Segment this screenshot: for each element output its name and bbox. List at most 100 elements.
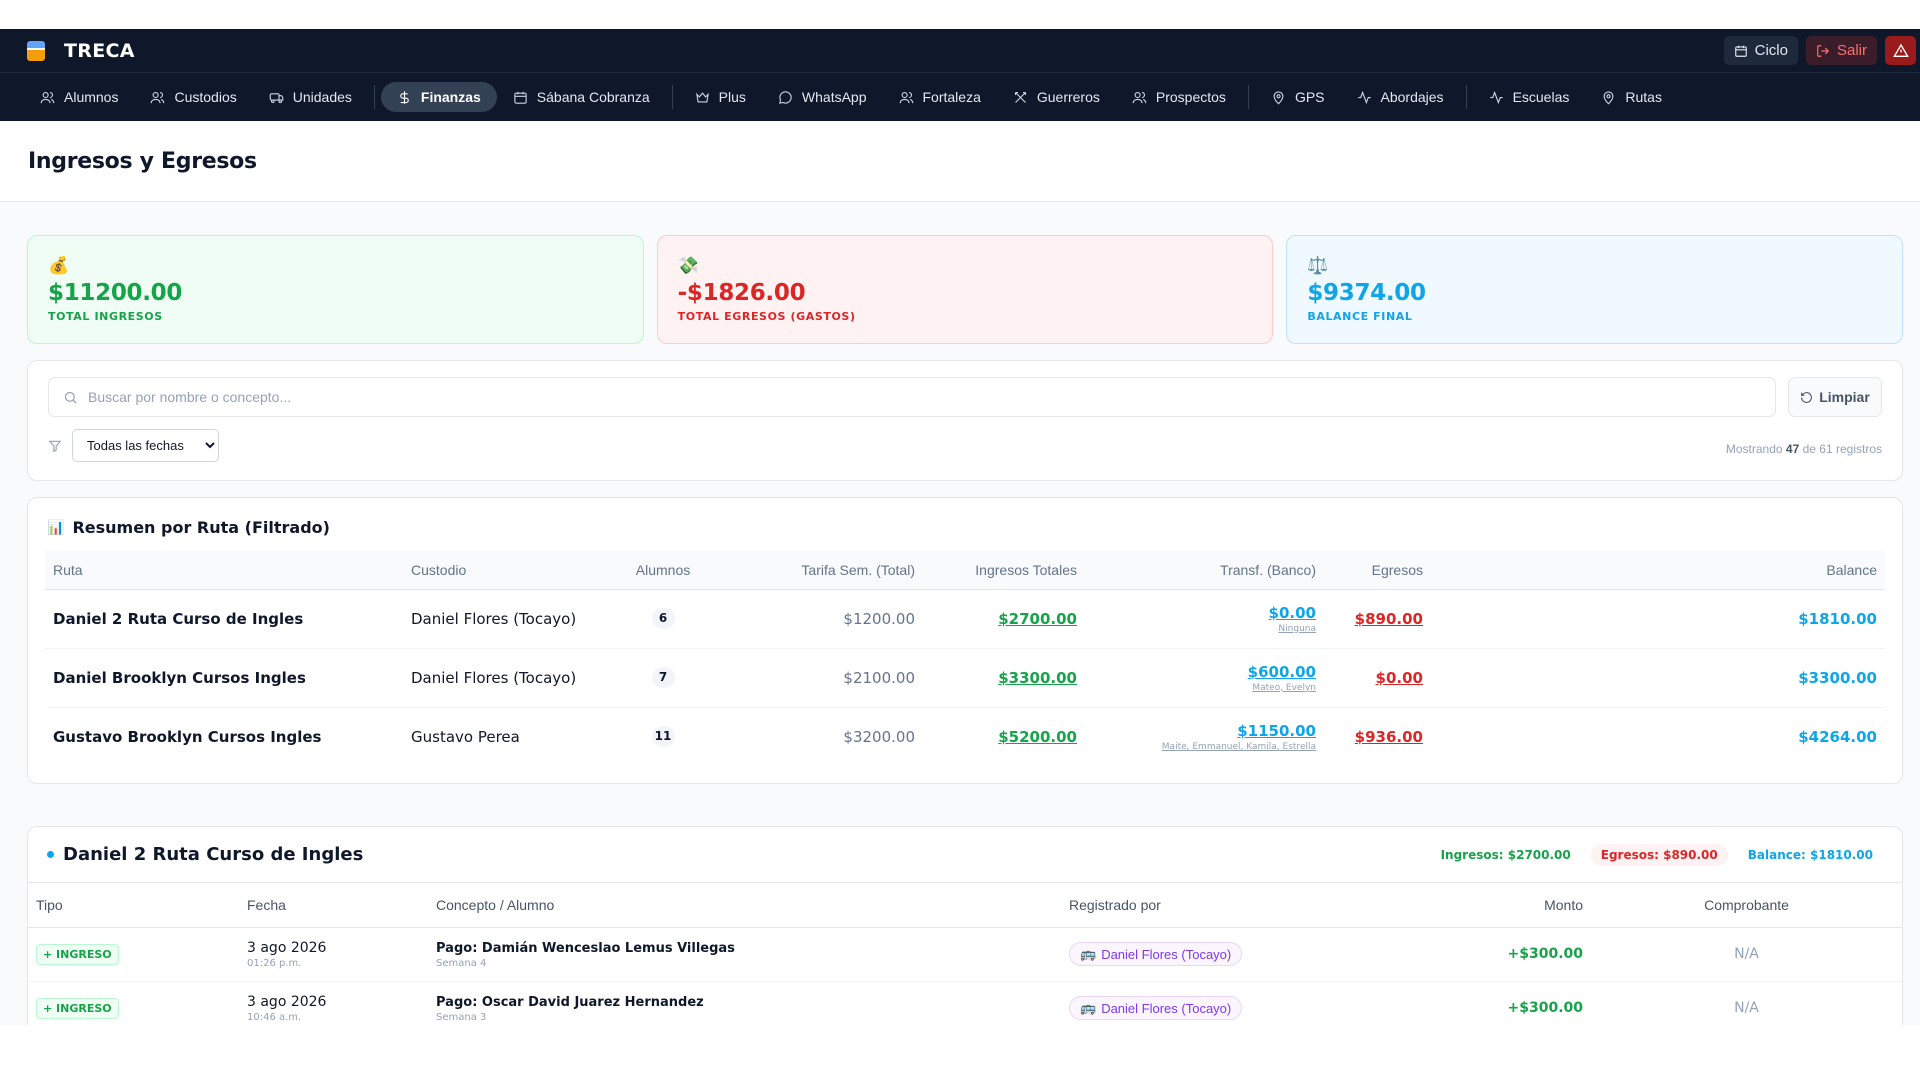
route-balance-pill: Balance: $1810.00: [1747, 847, 1873, 862]
salir-button[interactable]: Salir: [1805, 36, 1877, 65]
ingresos-link[interactable]: $3300.00: [998, 669, 1077, 687]
nav-alumnos[interactable]: Alumnos: [24, 82, 134, 112]
table-row[interactable]: + INGRESO 3 ago 2026 01:26 p.m. Pago: Dam…: [28, 927, 1902, 982]
route-detail-title: Daniel 2 Ruta Curso de Ingles: [63, 844, 364, 865]
col-custodio[interactable]: Custodio: [403, 551, 603, 590]
search-input[interactable]: [88, 389, 1761, 405]
nav-label: Rutas: [1625, 89, 1662, 105]
nav-guerreros[interactable]: Guerreros: [997, 82, 1116, 112]
cell-balance: $1810.00: [1431, 589, 1885, 649]
col-ingresos[interactable]: Ingresos Totales: [923, 551, 1085, 590]
transf-who-link[interactable]: Ninguna: [1093, 624, 1316, 634]
transf-who-link[interactable]: Maite, Emmanuel, Kamila, Estrella: [1093, 742, 1316, 752]
nav-label: Sábana Cobranza: [536, 89, 650, 105]
nav-label: Fortaleza: [922, 89, 981, 105]
balance-final-label: BALANCE FINAL: [1307, 310, 1413, 323]
transf-link[interactable]: $600.00: [1248, 663, 1316, 681]
col-egresos[interactable]: Egresos: [1324, 551, 1431, 590]
logout-icon: [1817, 44, 1830, 57]
col-transf[interactable]: Transf. (Banco): [1085, 551, 1324, 590]
page-title: Ingresos y Egresos: [28, 148, 257, 174]
col-ruta[interactable]: Ruta: [45, 551, 403, 590]
nav-fortaleza[interactable]: Fortaleza: [883, 82, 997, 112]
transf-who-link[interactable]: Mateo, Evelyn: [1093, 683, 1316, 693]
alumnos-count-badge: 11: [651, 726, 675, 748]
egresos-link[interactable]: $936.00: [1355, 728, 1423, 746]
reset-icon: [1801, 391, 1813, 403]
semana-text: Semana 4: [436, 957, 487, 969]
nav-label: Prospectos: [1155, 89, 1226, 105]
nav-rutas[interactable]: Rutas: [1585, 82, 1678, 112]
ingreso-tag: + INGRESO: [36, 943, 119, 965]
col-tarifa[interactable]: Tarifa Sem. (Total): [723, 551, 923, 590]
col-tipo[interactable]: Tipo: [28, 883, 239, 928]
cell-tarifa: $3200.00: [843, 727, 915, 746]
col-registrado[interactable]: Registrado por: [1061, 883, 1461, 928]
nav-whatsapp[interactable]: WhatsApp: [762, 82, 883, 112]
ingresos-link[interactable]: $2700.00: [998, 610, 1077, 628]
alert-button[interactable]: [1885, 36, 1916, 65]
monto-text: +$300.00: [1461, 927, 1591, 982]
cell-ruta: Gustavo Brooklyn Cursos Ingles: [53, 727, 322, 746]
transf-link[interactable]: $1150.00: [1237, 722, 1316, 740]
route-ingresos-pill: Ingresos: $2700.00: [1440, 847, 1571, 862]
top-strip: [0, 0, 1920, 29]
users-icon: [899, 91, 913, 103]
fecha-text: 3 ago 2026: [247, 993, 327, 1010]
table-row[interactable]: Daniel Brooklyn Cursos Ingles Daniel Flo…: [45, 648, 1885, 708]
nav-abordajes[interactable]: Abordajes: [1341, 82, 1460, 112]
col-fecha[interactable]: Fecha: [239, 883, 428, 928]
records-prefix: Mostrando: [1725, 442, 1783, 456]
col-monto[interactable]: Monto: [1461, 883, 1591, 928]
table-row[interactable]: Gustavo Brooklyn Cursos Ingles Gustavo P…: [45, 707, 1885, 766]
col-comprobante[interactable]: Comprobante: [1591, 883, 1902, 928]
nav-custodios[interactable]: Custodios: [134, 82, 252, 112]
nav-label: GPS: [1294, 89, 1325, 105]
nav-prospectos[interactable]: Prospectos: [1116, 82, 1242, 112]
page-header: Ingresos y Egresos: [0, 121, 1920, 202]
nav-sabana-cobranza[interactable]: Sábana Cobranza: [497, 82, 666, 112]
col-balance[interactable]: Balance: [1431, 551, 1885, 590]
search-box: [48, 377, 1776, 417]
cell-tarifa: $2100.00: [723, 648, 923, 708]
route-dot-icon: [47, 851, 54, 858]
comprobante-text: N/A: [1591, 981, 1902, 1025]
cell-ruta: Daniel Brooklyn Cursos Ingles: [45, 648, 403, 708]
app-logo-icon: [27, 40, 45, 61]
summary-title-text: Resumen por Ruta (Filtrado): [72, 518, 330, 537]
nav-escuelas[interactable]: Escuelas: [1473, 82, 1586, 112]
table-header-row: Tipo Fecha Concepto / Alumno Registrado …: [28, 883, 1902, 928]
nav-plus[interactable]: Plus: [679, 82, 762, 112]
limpiar-button[interactable]: Limpiar: [1788, 377, 1882, 417]
semana-text: Semana 3: [436, 1011, 487, 1023]
table-row[interactable]: + INGRESO 3 ago 2026 10:46 a.m. Pago: Osc…: [28, 981, 1902, 1025]
nav-finanzas[interactable]: Finanzas: [380, 82, 497, 112]
concepto-text: Pago: Oscar David Juarez Hernandez: [436, 994, 704, 1010]
nav-unidades[interactable]: Unidades: [253, 82, 368, 112]
ingreso-tag: + INGRESO: [36, 997, 119, 1019]
crown-icon: [695, 91, 709, 102]
cell-tarifa: $1200.00: [723, 589, 923, 649]
records-count: Mostrando 47 de 61 registros: [1726, 442, 1882, 456]
comprobante-text: N/A: [1591, 927, 1902, 982]
egresos-link[interactable]: $0.00: [1376, 669, 1423, 687]
summary-cards: 💰 $11200.00 TOTAL INGRESOS 💸 -$1826.00 T…: [27, 235, 1904, 344]
table-row[interactable]: Daniel 2 Ruta Curso de Ingles Daniel Flo…: [45, 589, 1885, 649]
search-icon: [64, 391, 77, 404]
nav-gps[interactable]: GPS: [1255, 82, 1341, 112]
calendar-icon: [1734, 45, 1747, 57]
ciclo-button[interactable]: Ciclo: [1723, 36, 1798, 65]
users-icon: [151, 91, 165, 103]
ingresos-link[interactable]: $5200.00: [998, 728, 1077, 746]
transf-link[interactable]: $0.00: [1269, 604, 1316, 622]
date-filter-select[interactable]: Todas las fechas: [72, 429, 219, 462]
users-icon: [40, 91, 55, 103]
registrado-text: Daniel Flores (Tocayo): [1101, 946, 1232, 962]
col-concepto[interactable]: Concepto / Alumno: [428, 883, 1061, 928]
col-alumnos[interactable]: Alumnos: [603, 551, 723, 590]
scale-icon: ⚖️: [1307, 256, 1329, 276]
cell-balance: $4264.00: [1798, 727, 1877, 746]
records-shown: 47: [1785, 442, 1800, 456]
egresos-link[interactable]: $890.00: [1355, 610, 1423, 628]
registrado-badge: 🚌 Daniel Flores (Tocayo): [1069, 996, 1243, 1020]
